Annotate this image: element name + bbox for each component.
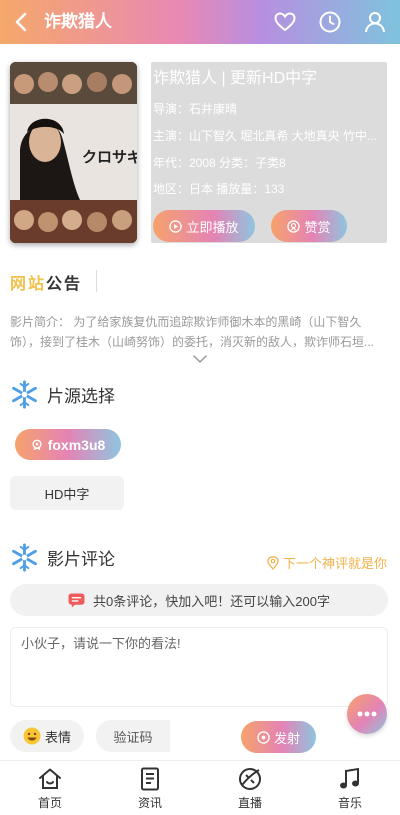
episode-hd-button[interactable]: HD中字: [10, 476, 124, 510]
snowflake-icon: [12, 543, 37, 572]
tab-music-label: 音乐: [337, 796, 362, 810]
back-arrow-icon[interactable]: [10, 10, 34, 34]
tab-live-label: 直播: [237, 796, 262, 810]
history-clock-icon[interactable]: [318, 10, 342, 34]
source-section-header: 片源选择: [10, 380, 115, 409]
movie-title: 诈欺猎人 | 更新HD中字: [153, 70, 318, 87]
next-comment-hint: 下一个神评就是你: [267, 553, 387, 572]
notice-logo-part2: 公告: [46, 276, 83, 293]
chevron-down-icon[interactable]: [192, 354, 208, 364]
tab-news-label: 资讯: [137, 796, 162, 810]
poster-image: クロサギ: [10, 62, 137, 243]
emoji-label: 表情: [44, 729, 71, 745]
play-circle-icon: [169, 219, 183, 233]
notice-logo-part1: 网站: [10, 276, 47, 293]
more-floating-button[interactable]: [347, 694, 387, 734]
smiley-icon: [23, 727, 41, 745]
user-icon[interactable]: [363, 10, 387, 34]
home-icon: [39, 768, 61, 789]
comment-count-bar: 共0条评论，快加入吧！还可以输入200字: [10, 584, 388, 616]
top-app-bar: 诈欺猎人: [0, 0, 400, 44]
music-icon: [340, 767, 359, 789]
captcha-input[interactable]: 验证码: [96, 720, 170, 752]
coin-icon: [287, 219, 301, 233]
source-pill-label: foxm3u8: [47, 436, 106, 453]
reward-button[interactable]: 赞赏: [271, 210, 347, 242]
snowflake-icon: [12, 380, 37, 409]
bottom-tab-bar: 首页 资讯 直播 音乐: [0, 760, 400, 815]
tab-live[interactable]: 直播: [200, 761, 300, 815]
movie-cast: 主演：山下智久 堀北真希 大地真央 竹中...: [153, 129, 378, 143]
heart-icon[interactable]: [273, 10, 297, 34]
comments-section-header: 影片评论: [10, 543, 115, 572]
tab-home-label: 首页: [37, 796, 62, 810]
live-icon: [239, 768, 261, 790]
next-comment-label: 下一个神评就是你: [282, 556, 387, 571]
tab-home[interactable]: 首页: [0, 761, 100, 815]
source-badge-icon: [32, 439, 42, 450]
comments-section-title: 影片评论: [47, 550, 115, 569]
source-section-title: 片源选择: [47, 387, 115, 406]
play-now-label: 立即播放: [186, 219, 239, 235]
site-notice-section: 网站公告 影片简介： 为了给家族复仇而追踪欺诈师御木本的黑崎（山下智久饰），接到…: [0, 258, 400, 368]
page-title: 诈欺猎人: [44, 12, 112, 31]
movie-region-plays: 地区：日本 播放量：133: [153, 182, 285, 196]
chat-bubble-icon: [68, 592, 85, 608]
reward-label: 赞赏: [304, 219, 331, 235]
send-label: 发射: [273, 730, 300, 746]
poster-logo-text: クロサギ: [82, 148, 137, 166]
notice-divider: [96, 270, 97, 292]
source-foxm3u8-button[interactable]: foxm3u8: [15, 429, 121, 460]
tab-music[interactable]: 音乐: [300, 761, 400, 815]
news-icon: [141, 767, 159, 791]
target-icon: [257, 730, 270, 744]
more-dots-icon: [357, 711, 377, 717]
tab-news[interactable]: 资讯: [100, 761, 200, 815]
movie-poster[interactable]: クロサギ: [10, 62, 137, 243]
movie-director: 导演：石井康晴: [153, 102, 238, 116]
emoji-button[interactable]: 表情: [10, 720, 84, 752]
movie-detail-card: クロサギ 诈欺猎人 | 更新HD中字 导演：石井康晴 主演：山下智久 堀北真希 …: [0, 44, 400, 258]
movie-year-genre: 年代：2008 分类：子类8: [153, 156, 286, 170]
play-now-button[interactable]: 立即播放: [153, 210, 255, 242]
location-pin-icon: [267, 555, 279, 570]
site-notice-logo: 网站公告: [10, 270, 82, 294]
comment-count-text: 共0条评论，快加入吧！还可以输入200字: [93, 593, 330, 609]
movie-synopsis: 影片简介： 为了给家族复仇而追踪欺诈师御木本的黑崎（山下智久饰），接到了桂木（山…: [10, 315, 375, 349]
send-comment-button[interactable]: 发射: [241, 721, 316, 753]
comment-textarea[interactable]: 小伙子，请说一下你的看法!: [10, 627, 388, 707]
movie-info-panel: 诈欺猎人 | 更新HD中字 导演：石井康晴 主演：山下智久 堀北真希 大地真央 …: [151, 62, 387, 243]
